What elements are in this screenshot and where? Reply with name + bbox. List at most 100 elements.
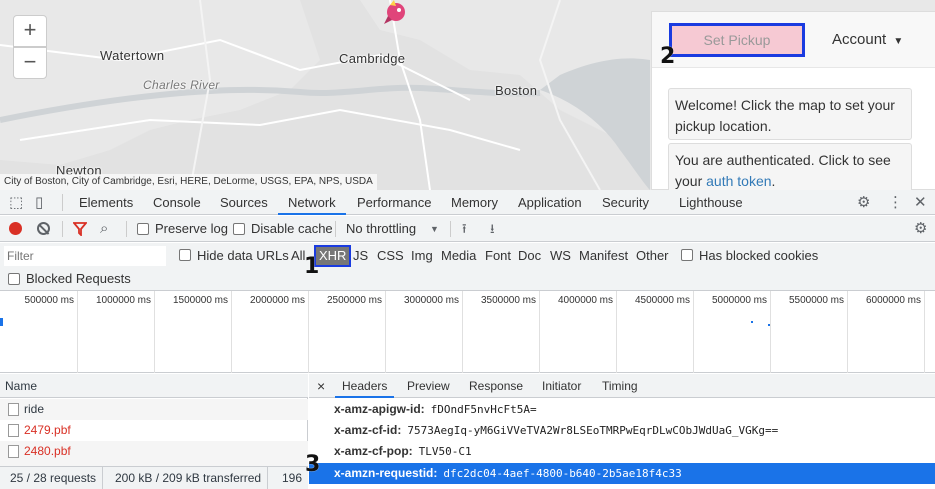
tab-network[interactable]: Network <box>278 190 346 215</box>
tab-lighthouse[interactable]: Lighthouse <box>679 190 743 215</box>
tab-sources[interactable]: Sources <box>220 190 268 215</box>
header-value: dfc2dc04-4aef-4800-b640-2b5ae18f4c33 <box>443 467 682 480</box>
zoom-out-button[interactable]: − <box>13 47 47 79</box>
close-devtools-icon[interactable]: ✕ <box>914 190 927 215</box>
timeline-tick-label: 4000000 ms <box>557 295 613 306</box>
filter-type-manifest[interactable]: Manifest <box>579 247 628 265</box>
filter-type-ws[interactable]: WS <box>550 247 571 265</box>
throttling-select[interactable]: No throttling ▼ <box>346 216 439 242</box>
timeline-gridline <box>924 291 925 373</box>
side-panel: Set Pickup Account ▼ Welcome! Click the … <box>651 11 935 203</box>
filter-type-doc[interactable]: Doc <box>518 247 541 265</box>
network-timeline-overview[interactable]: 500000 ms 1000000 ms 1500000 ms 2000000 … <box>0 291 935 373</box>
settings-gear-icon[interactable]: ⚙ <box>857 190 870 215</box>
more-options-icon[interactable]: ⋮ <box>888 190 903 215</box>
request-row-2479[interactable]: 2479.pbf <box>0 420 308 441</box>
file-icon <box>8 424 19 437</box>
header-value: 7573AegIq-yM6GiVVeTVA2Wr8LSEoTMRPwEqrDLw… <box>407 424 779 437</box>
clear-icon[interactable] <box>37 222 50 235</box>
header-value: TLV50-C1 <box>418 445 472 458</box>
request-name: ride <box>24 402 45 416</box>
tab-application[interactable]: Application <box>518 190 582 215</box>
tab-elements[interactable]: Elements <box>79 190 133 215</box>
hide-data-urls-label: Hide data URLs <box>197 248 289 263</box>
timeline-request-bar <box>768 324 770 326</box>
filter-type-font[interactable]: Font <box>485 247 511 265</box>
header-row[interactable]: x-amz-apigw-id: fDOndF5nvHcFt5A= <box>309 399 935 420</box>
record-icon[interactable] <box>9 222 22 235</box>
account-dropdown[interactable]: Account ▼ <box>832 23 903 57</box>
has-blocked-cookies-checkbox[interactable] <box>681 249 693 261</box>
timeline-request-bar <box>751 321 753 323</box>
map-label-watertown: Watertown <box>100 48 165 63</box>
close-detail-icon[interactable]: × <box>317 374 325 398</box>
inspect-element-icon[interactable]: ⬚ <box>9 190 23 215</box>
filter-type-img[interactable]: Img <box>411 247 433 265</box>
filter-type-media[interactable]: Media <box>441 247 476 265</box>
timeline-gridline <box>385 291 386 373</box>
annotation-number-2: 2 <box>660 44 676 69</box>
tab-security[interactable]: Security <box>602 190 649 215</box>
filter-type-css[interactable]: CSS <box>377 247 404 265</box>
has-blocked-cookies-label: Has blocked cookies <box>699 248 819 263</box>
map-attribution: City of Boston, City of Cambridge, Esri,… <box>0 174 377 190</box>
request-row-2480[interactable]: 2480.pbf <box>0 441 308 466</box>
disable-cache-checkbox[interactable] <box>233 223 245 235</box>
timeline-gridline <box>231 291 232 373</box>
timeline-gridline <box>539 291 540 373</box>
timeline-tick-label: 2000000 ms <box>249 295 305 306</box>
timeline-gridline <box>616 291 617 373</box>
unicorn-marker-icon[interactable] <box>380 0 412 28</box>
network-settings-gear-icon[interactable]: ⚙ <box>914 216 927 242</box>
header-row[interactable]: x-amz-cf-id: 7573AegIq-yM6GiVVeTVA2Wr8LSE… <box>309 420 935 441</box>
network-filter-bar: Hide data URLs All XHR JS CSS Img Media … <box>0 243 935 291</box>
timeline-tick-label: 3500000 ms <box>480 295 536 306</box>
preserve-log-checkbox[interactable] <box>137 223 149 235</box>
timeline-tick-label: 5500000 ms <box>788 295 844 306</box>
header-key: x-amz-cf-pop: <box>334 444 413 458</box>
device-toggle-icon[interactable]: ▯ <box>35 190 43 215</box>
request-list-header[interactable]: Name <box>0 374 308 398</box>
filter-funnel-icon[interactable] <box>73 222 87 236</box>
filter-type-js[interactable]: JS <box>353 247 368 265</box>
tab-console[interactable]: Console <box>153 190 201 215</box>
file-icon <box>8 403 19 416</box>
timeline-tick-label: 2500000 ms <box>326 295 382 306</box>
timeline-gridline <box>847 291 848 373</box>
filter-type-xhr[interactable]: XHR <box>314 245 352 267</box>
request-status-bar: 25 / 28 requests 200 kB / 209 kB transfe… <box>0 466 308 489</box>
tab-headers[interactable]: Headers <box>335 374 395 398</box>
timeline-gridline <box>462 291 463 373</box>
request-row-ride[interactable]: ride <box>0 399 308 420</box>
timeline-gridline <box>770 291 771 373</box>
blocked-requests-checkbox[interactable] <box>8 273 20 285</box>
export-har-icon[interactable]: ⭳ <box>490 216 495 242</box>
filter-input[interactable] <box>4 246 166 266</box>
tab-initiator[interactable]: Initiator <box>542 374 581 398</box>
detail-tab-bar: × Headers Preview Response Initiator Tim… <box>309 374 935 398</box>
tab-response[interactable]: Response <box>469 374 523 398</box>
header-row-selected[interactable]: x-amzn-requestid: dfc2dc04-4aef-4800-b640… <box>309 463 935 484</box>
header-row[interactable]: x-amz-cf-pop: TLV50-C1 <box>309 441 935 462</box>
tab-preview[interactable]: Preview <box>407 374 450 398</box>
timeline-gridline <box>154 291 155 373</box>
tab-memory[interactable]: Memory <box>451 190 498 215</box>
filter-type-other[interactable]: Other <box>636 247 669 265</box>
welcome-message: Welcome! Click the map to set your picku… <box>668 88 912 140</box>
auth-token-link[interactable]: auth token <box>706 173 771 189</box>
map-label-charles-river: Charles River <box>143 78 220 92</box>
timeline-tick-label: 1500000 ms <box>172 295 228 306</box>
tab-timing[interactable]: Timing <box>602 374 638 398</box>
request-count: 25 / 28 requests <box>4 467 104 489</box>
header-key: x-amz-cf-id: <box>334 423 402 437</box>
search-icon[interactable]: ⌕ <box>100 216 108 242</box>
import-har-icon[interactable]: ⭱ <box>462 216 467 242</box>
request-name: 2479.pbf <box>24 423 71 437</box>
timeline-tick-label: 4500000 ms <box>634 295 690 306</box>
set-pickup-button[interactable]: Set Pickup <box>669 23 805 57</box>
zoom-in-button[interactable]: + <box>13 15 47 47</box>
timeline-tick-label: 500000 ms <box>24 295 74 306</box>
tab-performance[interactable]: Performance <box>357 190 431 215</box>
request-name: 2480.pbf <box>24 444 71 458</box>
hide-data-urls-checkbox[interactable] <box>179 249 191 261</box>
